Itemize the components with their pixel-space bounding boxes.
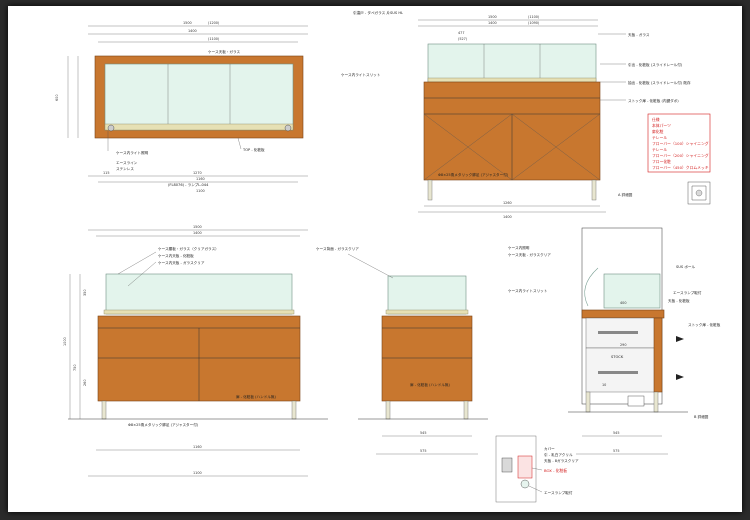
dim-tl-3: 1400 bbox=[188, 29, 197, 33]
section-label-a: A 詳細図 bbox=[618, 192, 633, 197]
drawing-canvas: 1500 (1200) 1400 (1100) 600 ケース天板・ガラス ケー… bbox=[55, 10, 721, 503]
dim-front-h1: 750 bbox=[73, 365, 77, 371]
dim-tr-3: (1090) bbox=[528, 21, 540, 25]
view-detail: カバー 引 - 乳白アクリル 天板 - 8ガラスクリア エースランプ取付 BOX… bbox=[495, 435, 579, 503]
dim-sec-3: 290 bbox=[620, 343, 626, 347]
dim-side-0: 545 bbox=[420, 431, 426, 435]
section-glass-case bbox=[603, 273, 661, 309]
side-cabinet-body bbox=[381, 315, 473, 402]
lbl-side-1: 扉 - 化粧板 (ハンドル無) bbox=[410, 382, 450, 387]
lbl-tl-2: エースライン bbox=[116, 160, 138, 165]
lbl-tl-3: ステンレス bbox=[116, 166, 134, 171]
dim-tr-sub-3: 1400 bbox=[503, 215, 512, 219]
dim-tr-sub-0: 477 bbox=[458, 31, 464, 35]
dim-front-h3: 260 bbox=[83, 380, 87, 386]
section-label-b: B 詳細図 bbox=[694, 414, 709, 419]
legend-item-1: 扉化粧 bbox=[652, 129, 664, 134]
lbl-sec-1: ケース内ライトスリット bbox=[508, 288, 548, 293]
lbl-sec-4: エースランプ取付 bbox=[673, 290, 702, 295]
lbl-tr-4: 抽出 - 化粧板 (スライドレール付) 既存 bbox=[628, 80, 691, 85]
dim-tl-sub-2: 1160 bbox=[196, 177, 205, 181]
lbl-det-1: 引 - 乳白アクリル bbox=[544, 452, 573, 457]
lbl-tr-6: Φ8×25角メタリック脚足 (アジャスター付) bbox=[438, 172, 509, 177]
dim-tl-1: 1500 bbox=[183, 21, 192, 25]
lbl-front-2: ケース内天板 - ガラスクリア bbox=[158, 260, 205, 265]
dim-tl-sub-0: 115 bbox=[103, 171, 109, 175]
dim-tr-sub-2: 1260 bbox=[503, 201, 512, 205]
lbl-sec-3: ストック扉 - 化粧板 bbox=[688, 322, 721, 327]
section-icon-a bbox=[687, 181, 711, 205]
drawing-sheet: 1500 (1200) 1400 (1100) 600 ケース天板・ガラス ケー… bbox=[8, 6, 742, 512]
legend-item-6: フロー化粧 bbox=[652, 159, 671, 164]
tr-glass-case bbox=[427, 43, 597, 83]
side-glass-case bbox=[387, 275, 467, 315]
dim-front-w3: 1100 bbox=[193, 471, 202, 475]
dim-front-w0: 1500 bbox=[193, 225, 202, 229]
lbl-sec-7: STOCK bbox=[611, 355, 624, 359]
lbl-sec-5: ケース天板 - ガラスクリア bbox=[508, 252, 551, 257]
section-door bbox=[653, 317, 663, 393]
view-section: ケース内照明 ケース内ライトスリット SUS ポール ストック扉 - 化粧板 エ… bbox=[508, 227, 721, 455]
legend-title: 仕様 bbox=[652, 117, 660, 122]
lbl-front-3: 扉 - 化粧板 (ハンドル無) bbox=[236, 394, 276, 399]
lbl-det-2: 天板 - 8ガラスクリア bbox=[544, 458, 579, 463]
dim-sec-1: 575 bbox=[613, 449, 619, 453]
dim-front-h2: 350 bbox=[83, 290, 87, 296]
lbl-front-1: ケース内天板 - 化粧板 bbox=[158, 253, 194, 258]
dim-tr-0: 1500 bbox=[488, 15, 497, 19]
dim-sec-2: 400 bbox=[620, 301, 626, 305]
front-glass-case bbox=[105, 273, 293, 315]
section-top-board bbox=[581, 309, 665, 319]
dim-sec-0: 545 bbox=[613, 431, 619, 435]
view-front: 1500 1400 1000 750 350 260 ケース腰板・ガラス（クリア… bbox=[63, 225, 328, 477]
dim-front-h0: 1000 bbox=[63, 337, 67, 346]
lbl-tl-4: TOP - 化粧板 bbox=[242, 147, 265, 152]
legend-item-5: フローバー（200）シャイニング bbox=[652, 153, 709, 158]
dim-tr-sub-1: (527) bbox=[458, 37, 468, 41]
lbl-det-4: BOX - 化粧板 bbox=[544, 468, 567, 473]
legend-item-3: フローバー（100）シャイニング bbox=[652, 141, 709, 146]
case-rail bbox=[104, 123, 294, 131]
lbl-det-3: エースランプ取付 bbox=[544, 490, 573, 495]
legend-item-0: 本体パーツ bbox=[652, 123, 671, 128]
lbl-sec-6: 天板 - 化粧板 bbox=[668, 298, 690, 303]
lbl-side-0: ケース背面 - ガラスクリア bbox=[316, 246, 359, 251]
legend-item-7: フローバー（450）クロムメッキ bbox=[652, 165, 709, 170]
lbl-tl-0: ケース天板・ガラス bbox=[208, 49, 240, 54]
view-side: ケース背面 - ガラスクリア 扉 - 化粧板 (ハンドル無) 545 575 bbox=[316, 246, 488, 455]
dim-tl-2: (1200) bbox=[208, 21, 220, 25]
lbl-tr-0: 引違戸 - タペガラス 片SUS HL bbox=[353, 10, 403, 15]
lbl-tl-5: (FL8076) - ランプL-044 bbox=[168, 182, 209, 187]
dim-tr-2: 1400 bbox=[488, 21, 497, 25]
dim-front-w2: 1160 bbox=[193, 445, 202, 449]
dim-side-1: 575 bbox=[420, 449, 426, 453]
lbl-sec-0: ケース内照明 bbox=[508, 245, 530, 250]
dim-tl-4: (1100) bbox=[208, 37, 220, 41]
view-top-right: 1500 (1100) 1400 (1090) 477 (527) 引違戸 - … bbox=[341, 10, 691, 219]
dim-sec-4: 10 bbox=[602, 383, 606, 387]
case-glass bbox=[104, 63, 294, 131]
dim-tl-sub-3: 1100 bbox=[196, 189, 205, 193]
lbl-tr-1: ケース内ライトスリット bbox=[341, 72, 381, 77]
legend-item-2: テレール bbox=[652, 135, 667, 140]
lbl-tr-3: 引出 - 化粧板 (スライドレール付) bbox=[628, 62, 683, 67]
detail-lamp-box bbox=[517, 455, 533, 479]
legend-item-4: テレール bbox=[652, 147, 667, 152]
dim-tr-1: (1100) bbox=[528, 15, 540, 19]
legend-box: 仕様 本体パーツ 扉化粧 テレール フローバー（100）シャイニング テレール … bbox=[647, 113, 711, 173]
lbl-front-4: Φ8×25角メタリック脚足 (アジャスター付) bbox=[128, 422, 199, 427]
lbl-tl-1: ケース内ライト照明 bbox=[116, 150, 149, 155]
dim-front-w1: 1400 bbox=[193, 231, 202, 235]
lbl-sec-2: SUS ポール bbox=[676, 264, 696, 269]
lbl-tr-5: ストック扉 - 化粧板 (内鍵ダボ) bbox=[628, 98, 679, 103]
lbl-tr-2: 天板 - ガラス bbox=[628, 32, 650, 37]
view-top-left: 1500 (1200) 1400 (1100) 600 ケース天板・ガラス ケー… bbox=[55, 21, 308, 193]
svg-text:600: 600 bbox=[55, 95, 59, 101]
lbl-det-0: カバー bbox=[544, 446, 555, 451]
lbl-front-0: ケース腰板・ガラス（クリアガラス） bbox=[158, 246, 219, 251]
dim-tl-sub-1: 1270 bbox=[193, 171, 202, 175]
